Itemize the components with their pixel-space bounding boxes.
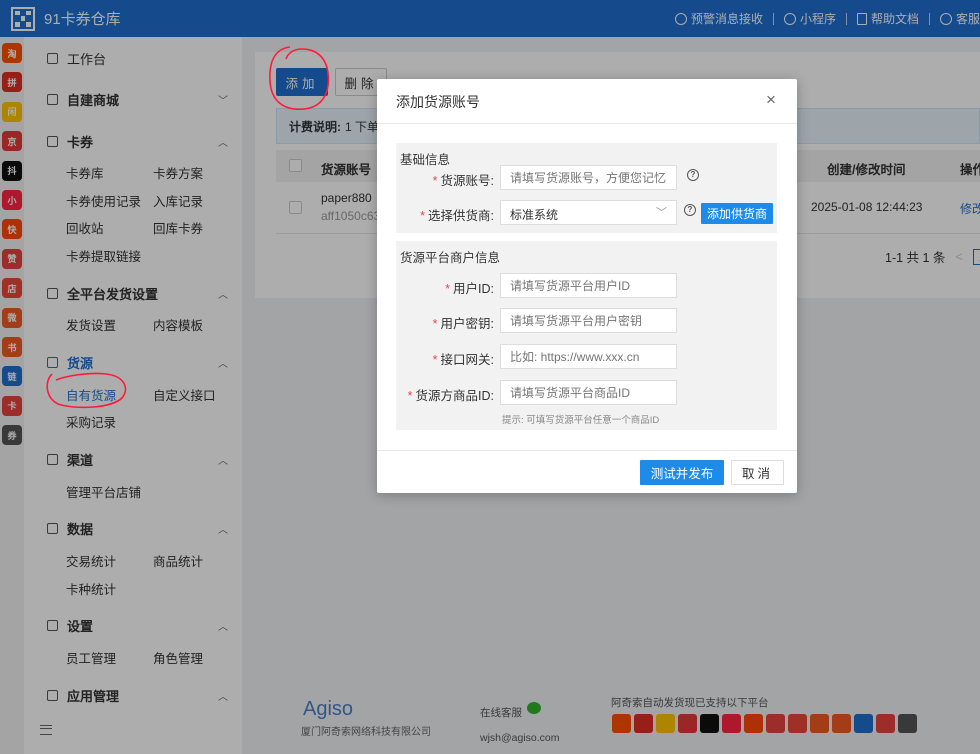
product-id-label: 货源方商品ID: [415,389,494,403]
supplier-label: 选择供货商: [428,209,494,223]
dialog-title: 添加货源账号 [396,94,480,110]
source-account-input[interactable] [500,165,677,190]
test-and-publish-button[interactable]: 测试并发布 [640,460,724,485]
gateway-input[interactable] [500,344,677,369]
add-supplier-button[interactable]: 添加供货商 [701,203,773,224]
account-label: 货源账号: [440,174,494,188]
divider [377,450,797,451]
gateway-row: * 接口网关: [396,344,777,370]
basic-info-section: 基础信息 *货源账号: ? *选择供货商: 标准系统﹀ ? 添加供货商 [396,143,777,233]
supplier-row: * 选择供货商: 标准系统 ﹀ ? 添加供货商 [396,200,777,226]
chevron-down-icon: ﹀ [656,207,667,219]
user-key-row: * 用户密钥: [396,308,777,334]
product-id-input[interactable] [500,380,677,405]
user-key-input[interactable] [500,308,677,333]
gateway-label: 接口网关: [440,353,494,367]
account-row: *货源账号: ? [396,165,777,191]
product-id-hint: 提示: 可填写货源平台任意一个商品ID [502,415,660,426]
close-icon[interactable]: × [766,91,776,108]
user-id-input[interactable] [500,273,677,298]
divider [377,123,797,124]
section-title: 货源平台商户信息 [400,251,501,265]
user-key-label: 用户密钥: [440,317,494,331]
user-id-row: * 用户ID: [396,273,777,299]
merchant-info-section: 货源平台商户信息 *用户ID: *用户密钥: *接口网关: *货源方商品ID: … [396,241,777,430]
supplier-select[interactable]: 标准系统 ﹀ [500,200,677,225]
user-id-label: 用户ID: [453,282,494,296]
add-source-account-dialog: 添加货源账号 × 基础信息 *货源账号: ? *选择供货商: 标准系统﹀ ? 添… [377,79,797,493]
help-icon[interactable]: ? [687,169,699,181]
product-id-row: * 货源方商品ID: [396,380,777,406]
help-icon[interactable]: ? [684,204,696,216]
cancel-button[interactable]: 取消 [731,460,784,485]
